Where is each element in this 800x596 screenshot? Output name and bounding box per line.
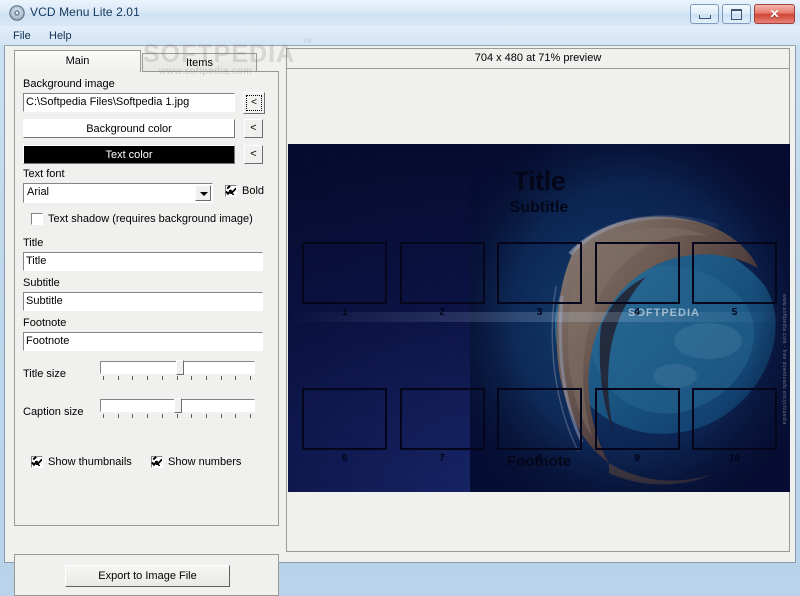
title-size-label: Title size bbox=[23, 368, 66, 380]
show-thumbnails-label: Show thumbnails bbox=[48, 456, 132, 468]
preview-panel: 704 x 480 at 71% preview SOFTPEDIA www.s… bbox=[286, 48, 790, 552]
preview-thumbnail-number: 3 bbox=[536, 307, 543, 318]
close-button[interactable]: ✕ bbox=[754, 4, 795, 24]
background-image-input[interactable]: C:\Softpedia Files\Softpedia 1.jpg bbox=[23, 93, 235, 112]
footnote-input[interactable]: Footnote bbox=[23, 332, 263, 351]
preview-thumbnail-box[interactable] bbox=[399, 242, 485, 304]
preview-thumbnail-box[interactable] bbox=[302, 242, 387, 304]
text-shadow-label: Text shadow (requires background image) bbox=[48, 213, 253, 225]
window-controls: ✕ bbox=[690, 4, 795, 24]
text-font-label: Text font bbox=[23, 168, 65, 180]
cd-disc-icon bbox=[9, 5, 25, 21]
export-to-image-file-button[interactable]: Export to Image File bbox=[65, 565, 230, 587]
text-font-value: Arial bbox=[27, 186, 50, 198]
preview-thumbnail-box[interactable] bbox=[594, 388, 680, 450]
preview-thumbnail-box[interactable] bbox=[692, 388, 777, 450]
background-image-label: Background image bbox=[23, 78, 115, 90]
checkbox-icon bbox=[151, 456, 163, 468]
checkbox-icon bbox=[31, 213, 43, 225]
preview-thumbnail-box[interactable] bbox=[594, 242, 680, 304]
minimize-icon bbox=[699, 15, 711, 19]
checkbox-icon bbox=[31, 456, 43, 468]
checkbox-icon bbox=[225, 185, 237, 197]
preview-thumbnail-box[interactable] bbox=[497, 388, 582, 450]
subtitle-label: Subtitle bbox=[23, 277, 60, 289]
chevron-down-icon[interactable] bbox=[195, 185, 211, 201]
preview-thumbnail-box[interactable] bbox=[497, 242, 582, 304]
preview-thumbnail-number: 4 bbox=[634, 307, 640, 318]
action-bar: Export to Image File bbox=[14, 554, 279, 596]
application-window: VCD Menu Lite 2.01 ✕ File Help Main Item… bbox=[0, 0, 800, 596]
title-size-slider[interactable] bbox=[100, 360, 255, 383]
title-label: Title bbox=[23, 237, 44, 249]
footnote-label: Footnote bbox=[23, 317, 67, 329]
caption-size-slider[interactable] bbox=[100, 398, 255, 421]
client-area: Main Items Background image C:\Softpedia… bbox=[4, 45, 796, 596]
preview-subtitle: Subtitle bbox=[509, 199, 569, 216]
tab-strip: Main Items bbox=[14, 50, 279, 72]
slider-ticks bbox=[100, 376, 255, 382]
title-bar: VCD Menu Lite 2.01 ✕ bbox=[0, 0, 800, 27]
preview-canvas[interactable]: SOFTPEDIA www.softpedia.com · free downl… bbox=[288, 144, 790, 492]
browse-background-image-button[interactable]: < bbox=[243, 92, 265, 114]
slider-thumb[interactable] bbox=[174, 398, 182, 413]
text-shadow-checkbox[interactable]: Text shadow (requires background image) bbox=[31, 213, 253, 225]
maximize-icon bbox=[731, 9, 742, 20]
browse-icon: < bbox=[246, 95, 262, 111]
slider-thumb[interactable] bbox=[176, 360, 184, 375]
preview-footnote: Footnote bbox=[506, 453, 572, 470]
preview-thumbnail-number: 1 bbox=[341, 307, 348, 318]
title-input[interactable]: Title bbox=[23, 252, 263, 271]
tab-page-main: Background image C:\Softpedia Files\Soft… bbox=[14, 71, 279, 526]
close-icon: ✕ bbox=[769, 7, 780, 21]
text-color-pick-button[interactable]: < bbox=[244, 145, 263, 164]
show-numbers-label: Show numbers bbox=[168, 456, 242, 468]
slider-ticks bbox=[100, 414, 255, 420]
settings-panel: Main Items Background image C:\Softpedia… bbox=[14, 48, 279, 552]
menu-item-file[interactable]: File bbox=[8, 29, 36, 43]
preview-thumbnail-box[interactable] bbox=[399, 388, 485, 450]
bold-label: Bold bbox=[242, 185, 265, 197]
background-color-button[interactable]: Background color bbox=[23, 119, 235, 138]
caption-size-label: Caption size bbox=[23, 406, 84, 418]
preview-thumbnail-box[interactable] bbox=[302, 388, 387, 450]
preview-thumbnail-box[interactable] bbox=[692, 242, 777, 304]
preview-thumbnail-number: 2 bbox=[439, 307, 445, 318]
menu-bar: File Help bbox=[0, 26, 800, 45]
subtitle-input[interactable]: Subtitle bbox=[23, 292, 263, 311]
minimize-button[interactable] bbox=[690, 4, 719, 24]
tab-main[interactable]: Main bbox=[14, 50, 141, 72]
show-numbers-checkbox[interactable]: Show numbers bbox=[151, 456, 241, 468]
background-color-pick-button[interactable]: < bbox=[244, 119, 263, 138]
tab-items[interactable]: Items bbox=[142, 53, 257, 72]
window-title: VCD Menu Lite 2.01 bbox=[30, 5, 140, 19]
show-thumbnails-checkbox[interactable]: Show thumbnails bbox=[31, 456, 132, 468]
menu-item-help[interactable]: Help bbox=[44, 29, 77, 43]
preview-watermark-side: www.softpedia.com · free downloads encyc… bbox=[781, 294, 787, 425]
preview-thumbnail-number: 5 bbox=[731, 307, 738, 318]
preview-title: Title bbox=[512, 166, 566, 196]
bold-checkbox[interactable]: Bold bbox=[225, 185, 264, 197]
maximize-button[interactable] bbox=[722, 4, 751, 24]
text-font-select[interactable]: Arial bbox=[23, 183, 213, 203]
text-color-button[interactable]: Text color bbox=[23, 145, 235, 164]
preview-header: 704 x 480 at 71% preview bbox=[287, 49, 789, 69]
